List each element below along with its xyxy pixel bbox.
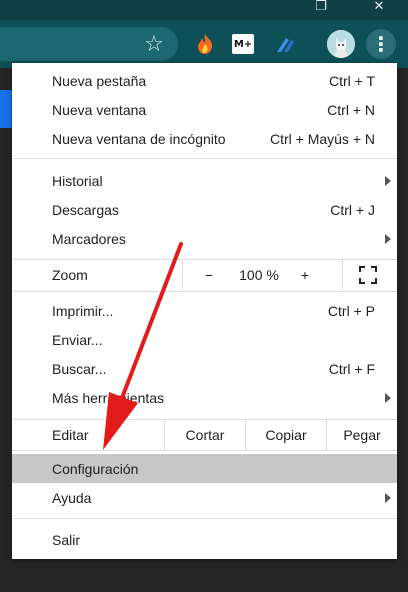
red-annotation-arrow (103, 242, 183, 450)
